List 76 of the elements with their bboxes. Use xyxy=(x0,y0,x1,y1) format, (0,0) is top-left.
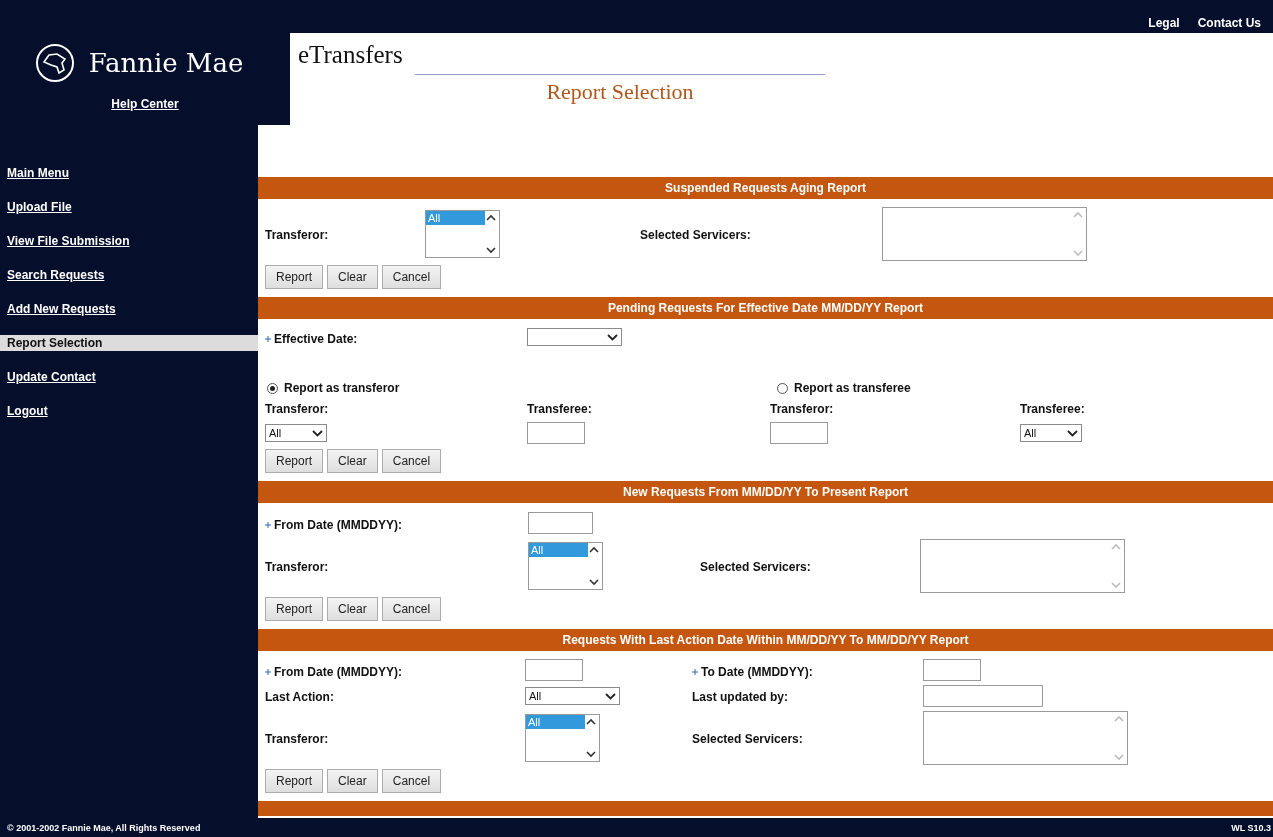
section-header: Pending Requests For Effective Date MM/DD/YY Report xyxy=(258,297,1273,319)
text-input[interactable] xyxy=(923,685,1043,707)
sidebar-item[interactable]: Main Menu xyxy=(0,165,258,181)
help-center-link[interactable]: Help Center xyxy=(111,97,179,111)
label-text: Transferee: xyxy=(1020,402,1085,416)
form-button[interactable]: Cancel xyxy=(381,597,442,621)
sidebar-item[interactable]: Upload File xyxy=(0,199,258,215)
scroll-down-icon[interactable] xyxy=(589,579,599,586)
dropdown-select[interactable]: All xyxy=(525,687,620,705)
chevron-down-icon xyxy=(605,692,616,700)
copyright-text: © 2001-2002 Fannie Mae, All Rights Reserved xyxy=(7,822,201,833)
form-button[interactable]: Cancel xyxy=(381,449,442,473)
label-text: Selected Servicers: xyxy=(700,560,811,574)
sidebar-item[interactable]: Logout xyxy=(0,403,258,419)
form-button[interactable]: Cancel xyxy=(381,265,442,289)
radio-button[interactable] xyxy=(267,382,278,394)
label-text: Selected Servicers: xyxy=(692,732,803,746)
label-text: Transferee: xyxy=(527,402,592,416)
dropdown-select[interactable]: All xyxy=(265,424,327,442)
label-text: Transferor: xyxy=(265,228,329,242)
label-text: Transferor: xyxy=(265,732,329,746)
page-title: Report Selection xyxy=(546,79,694,105)
select-value: All xyxy=(529,690,542,702)
chevron-down-icon xyxy=(607,333,618,341)
label-text: To Date (MMDDYY): xyxy=(701,665,813,679)
radio-button[interactable] xyxy=(777,382,788,394)
sidebar-item[interactable]: Search Requests xyxy=(0,267,258,283)
scroll-up-icon[interactable] xyxy=(486,214,496,221)
form-button[interactable]: Clear xyxy=(327,597,378,621)
select-value: All xyxy=(1024,427,1037,439)
logo-icon xyxy=(34,43,75,83)
label-text: Effective Date: xyxy=(274,332,358,346)
form-button[interactable]: Clear xyxy=(327,769,378,793)
text-input[interactable] xyxy=(527,422,585,444)
select-value: All xyxy=(269,427,282,439)
dropdown-select[interactable] xyxy=(527,328,622,346)
text-input[interactable] xyxy=(923,659,981,681)
label-text: Selected Servicers: xyxy=(640,228,751,242)
radio-option[interactable]: Report as transferee xyxy=(770,381,911,395)
form-button[interactable]: Report xyxy=(265,597,324,621)
form-button[interactable]: Cancel xyxy=(381,769,442,793)
sidebar-item[interactable]: View File Submission xyxy=(0,233,258,249)
sidebar-item[interactable]: Update Contact xyxy=(0,369,258,385)
form-button[interactable]: Report xyxy=(265,769,324,793)
sidebar-item[interactable]: Add New Requests xyxy=(0,301,258,317)
scroll-up-icon[interactable] xyxy=(586,718,596,725)
logo-name: Fannie Mae xyxy=(88,48,244,78)
label-text: From Date (MMDDYY): xyxy=(274,665,402,679)
section-header: Requests With Last Action Date Within MM/DD/YY To MM/DD/YY Report xyxy=(258,629,1273,651)
label-text: Transferor: xyxy=(265,402,329,416)
form-button[interactable]: Report xyxy=(265,265,324,289)
label-text: Last Action: xyxy=(265,690,334,704)
sidebar-item[interactable]: Report Selection xyxy=(0,335,258,351)
form-button[interactable]: Clear xyxy=(327,449,378,473)
scroll-down-icon[interactable] xyxy=(486,247,496,254)
dropdown-select[interactable]: All xyxy=(1020,424,1082,442)
top-link[interactable]: Contact Us xyxy=(1197,16,1261,30)
label-text: Transferor: xyxy=(265,560,329,574)
section-header: Suspended Requests Aging Report xyxy=(258,177,1273,199)
label-text: Transferor: xyxy=(770,402,834,416)
text-input[interactable] xyxy=(528,512,593,534)
radio-label: Report as transferee xyxy=(794,381,911,395)
scroll-down-icon[interactable] xyxy=(586,751,596,758)
scroll-up-icon[interactable] xyxy=(589,546,599,553)
form-button[interactable]: Report xyxy=(265,449,324,473)
form-button[interactable]: Clear xyxy=(327,265,378,289)
chevron-down-icon xyxy=(1067,429,1078,437)
text-input[interactable] xyxy=(525,659,583,681)
text-input[interactable] xyxy=(770,422,828,444)
top-link[interactable]: Legal xyxy=(1148,16,1180,30)
chevron-down-icon xyxy=(312,429,323,437)
label-text: Last updated by: xyxy=(692,690,788,704)
section-header: New Requests From MM/DD/YY To Present Report xyxy=(258,481,1273,503)
label-text: From Date (MMDDYY): xyxy=(274,518,402,532)
version-text: WL S10.3 xyxy=(1231,822,1271,833)
app-title: eTransfers xyxy=(298,41,404,69)
